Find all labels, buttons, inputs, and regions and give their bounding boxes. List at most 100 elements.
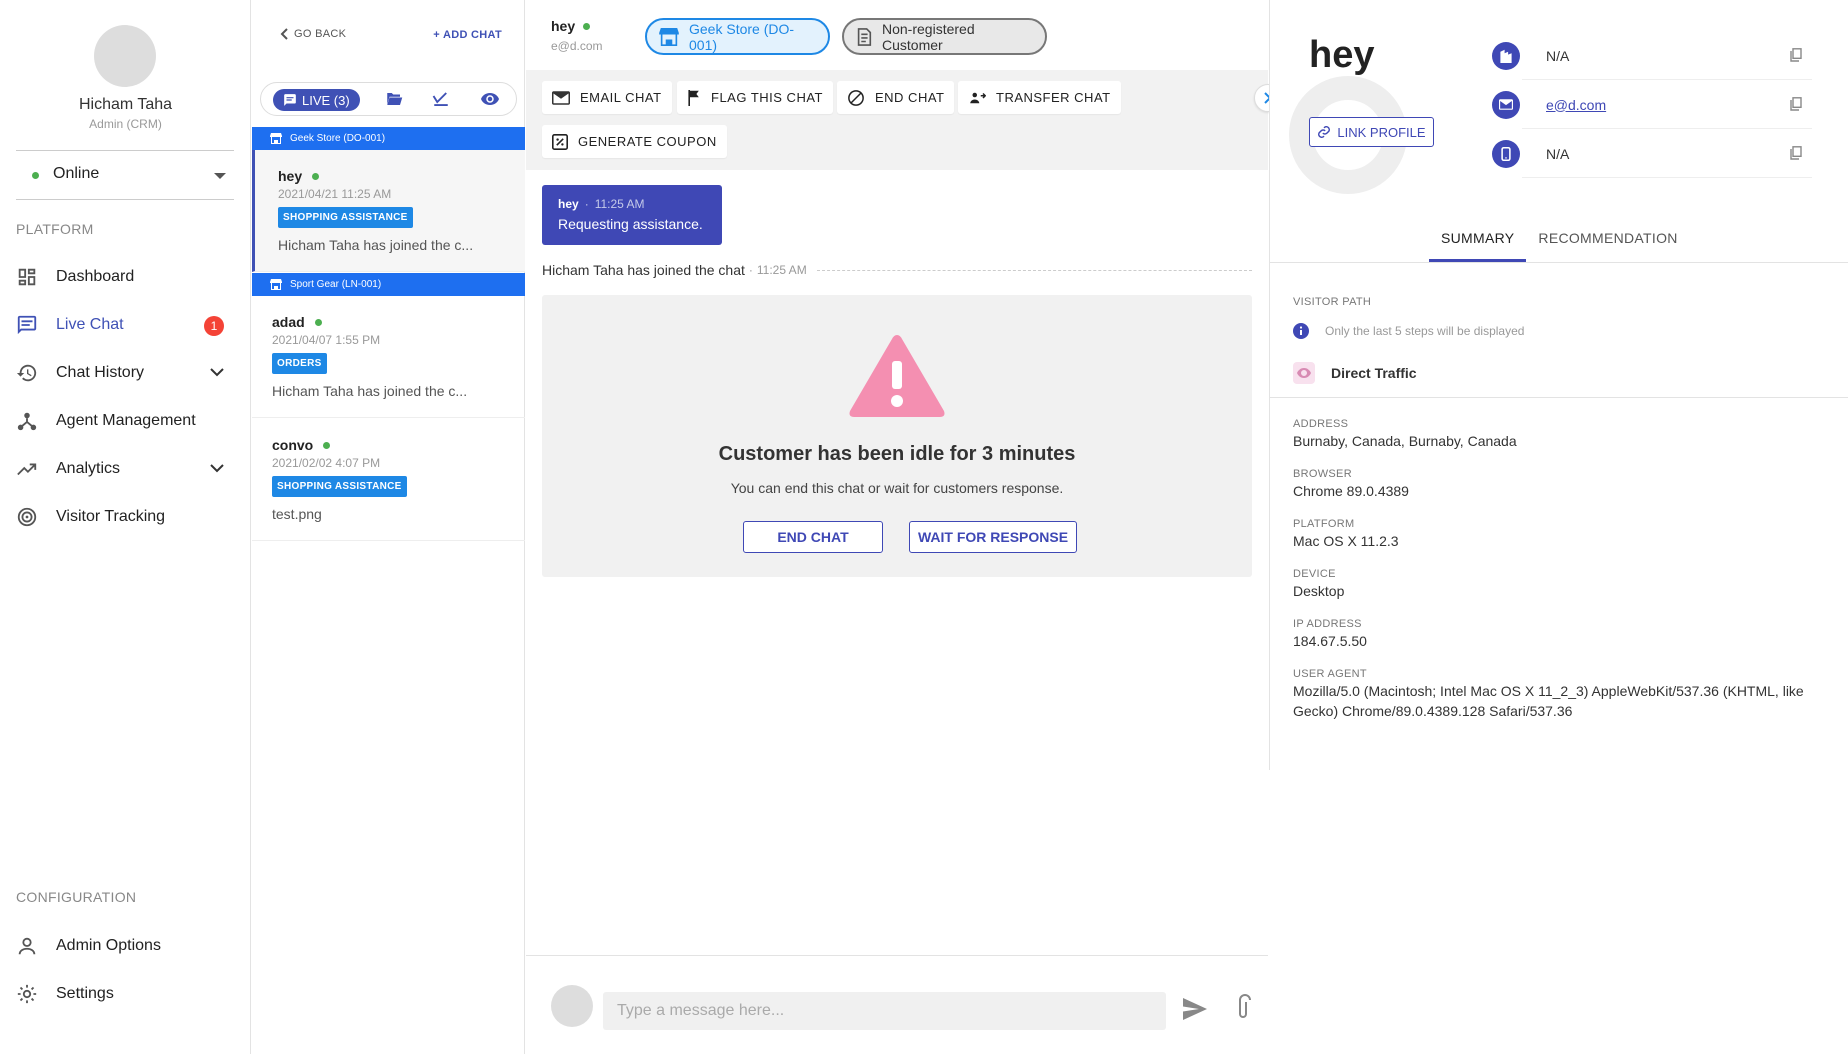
nav-agent-management[interactable]: Agent Management	[16, 401, 234, 441]
link-profile-button[interactable]: LINK PROFILE	[1309, 117, 1434, 147]
folder-open-icon[interactable]	[385, 91, 403, 107]
visitor-path-step-label: Direct Traffic	[1331, 365, 1417, 381]
platform-label: PLATFORM	[1293, 518, 1355, 530]
chevron-left-icon	[280, 28, 288, 40]
contact-email-row: e@d.com	[1492, 81, 1812, 129]
chat-icon	[16, 313, 44, 337]
section-label-platform: PLATFORM	[16, 221, 94, 237]
go-back-button[interactable]: GO BACK	[280, 28, 346, 40]
nav-dashboard[interactable]: Dashboard	[16, 257, 234, 297]
building-icon	[1492, 41, 1520, 70]
store-icon	[659, 27, 679, 46]
chat-list-item[interactable]: hey 2021/04/21 11:25 AM SHOPPING ASSISTA…	[252, 150, 525, 272]
chat-item-name-row: convo	[272, 437, 525, 453]
joined-text: Hicham Taha has joined the chat	[542, 262, 745, 278]
chat-item-name-row: hey	[278, 168, 525, 184]
profile-name: hey	[1309, 34, 1375, 76]
tab-live[interactable]: LIVE (3)	[273, 89, 360, 111]
idle-warning-card: Customer has been idle for 3 minutes You…	[542, 295, 1252, 577]
nav-live-chat-label: Live Chat	[56, 316, 124, 333]
mail-icon	[1492, 90, 1520, 119]
end-chat-button[interactable]: END CHAT	[837, 81, 955, 114]
nav-live-chat[interactable]: Live Chat 1	[16, 305, 234, 345]
visitor-path-step: Direct Traffic	[1293, 362, 1417, 384]
chat-item-tag: SHOPPING ASSISTANCE	[278, 207, 413, 228]
email-chat-button[interactable]: EMAIL CHAT	[542, 81, 672, 114]
sidebar: Hicham Taha Admin (CRM) Online PLATFORM …	[0, 0, 251, 1054]
chat-item-time: 2021/04/07 1:55 PM	[272, 333, 381, 347]
flag-icon	[687, 89, 701, 106]
mail-icon	[552, 90, 570, 105]
profile-tabs: SUMMARY RECOMMENDATION	[1429, 222, 1690, 262]
tab-recommendation[interactable]: RECOMMENDATION	[1526, 222, 1689, 262]
idle-end-chat-button[interactable]: END CHAT	[743, 521, 883, 553]
copy-icon[interactable]	[1790, 146, 1802, 160]
attach-icon[interactable]	[1237, 994, 1251, 1020]
nav-visitor-tracking[interactable]: Visitor Tracking	[16, 497, 234, 537]
nav-chat-history-label: Chat History	[56, 364, 145, 381]
chat-list-item[interactable]: adad 2021/04/07 1:55 PM ORDERS Hicham Ta…	[252, 296, 525, 418]
store-chip[interactable]: Geek Store (DO-001)	[645, 18, 830, 55]
device-label: DEVICE	[1293, 568, 1336, 580]
tab-summary[interactable]: SUMMARY	[1429, 222, 1527, 262]
customer-type-chip[interactable]: Non-registered Customer	[842, 18, 1047, 55]
person-icon	[16, 934, 44, 958]
message-time: 11:25 AM	[594, 197, 645, 211]
message-sender: hey	[558, 197, 579, 211]
tabs-divider	[1269, 262, 1848, 263]
visitor-path-note: Only the last 5 steps will be displayed	[1293, 323, 1524, 339]
nav-chat-history[interactable]: Chat History	[16, 353, 234, 393]
flag-chat-button[interactable]: FLAG THIS CHAT	[677, 81, 833, 114]
send-icon[interactable]	[1183, 998, 1207, 1020]
section-divider	[1269, 397, 1848, 398]
status-value: Online	[53, 165, 100, 182]
gear-icon	[16, 982, 44, 1006]
email-link[interactable]: e@d.com	[1546, 97, 1606, 113]
transfer-chat-button[interactable]: TRANSFER CHAT	[958, 81, 1121, 114]
radar-icon	[16, 505, 44, 529]
wait-for-response-button[interactable]: WAIT FOR RESPONSE	[909, 521, 1077, 553]
chat-item-name: hey	[278, 168, 303, 184]
copy-icon[interactable]	[1790, 97, 1802, 111]
idle-subtitle: You can end this chat or wait for custom…	[730, 480, 1064, 496]
conversation-panel: hey e@d.com Geek Store (DO-001) Non-regi…	[526, 0, 1268, 1054]
add-chat-button[interactable]: + ADD CHAT	[433, 29, 502, 41]
group-header-label: Geek Store (DO-001)	[290, 133, 386, 144]
contact-company-row: N/A	[1492, 32, 1812, 80]
message-input-bar	[526, 955, 1268, 1054]
chat-item-preview: Hicham Taha has joined the c...	[278, 237, 474, 253]
document-icon	[856, 27, 872, 46]
joined-separator: ·	[748, 263, 753, 277]
visitor-name: hey	[551, 18, 576, 34]
warning-triangle-icon	[847, 331, 947, 421]
chat-item-preview: test.png	[272, 506, 322, 522]
generate-coupon-button[interactable]: GENERATE COUPON	[542, 125, 727, 158]
eye-icon[interactable]	[481, 91, 499, 107]
copy-icon[interactable]	[1790, 48, 1802, 62]
nav-analytics[interactable]: Analytics	[16, 449, 234, 489]
check-mark-icon[interactable]	[432, 91, 450, 107]
visitor-path-note-text: Only the last 5 steps will be displayed	[1325, 324, 1525, 338]
history-icon	[16, 361, 44, 385]
status-select[interactable]: Online	[16, 150, 234, 200]
conversation-header-name: hey	[551, 18, 591, 34]
nav-agent-management-label: Agent Management	[56, 412, 196, 429]
browser-value: Chrome 89.0.4389	[1293, 483, 1409, 499]
transfer-people-icon	[968, 91, 986, 105]
message-input[interactable]	[603, 992, 1166, 1030]
nav-admin-options[interactable]: Admin Options	[16, 926, 234, 966]
address-label: ADDRESS	[1293, 418, 1349, 430]
link-icon	[1317, 125, 1331, 139]
info-icon	[1293, 323, 1309, 339]
phone-value: N/A	[1546, 145, 1570, 162]
chat-bubble-icon	[283, 93, 297, 107]
company-value: N/A	[1546, 47, 1570, 64]
online-status-dot	[32, 172, 39, 179]
chat-filter-tabs: LIVE (3)	[260, 82, 517, 116]
online-dot	[583, 22, 591, 30]
user-avatar[interactable]	[94, 25, 156, 87]
chat-list-item[interactable]: convo 2021/02/02 4:07 PM SHOPPING ASSIST…	[252, 419, 525, 541]
nav-settings[interactable]: Settings	[16, 974, 234, 1014]
phone-icon	[1492, 139, 1520, 168]
message-text: Requesting assistance.	[558, 216, 703, 232]
